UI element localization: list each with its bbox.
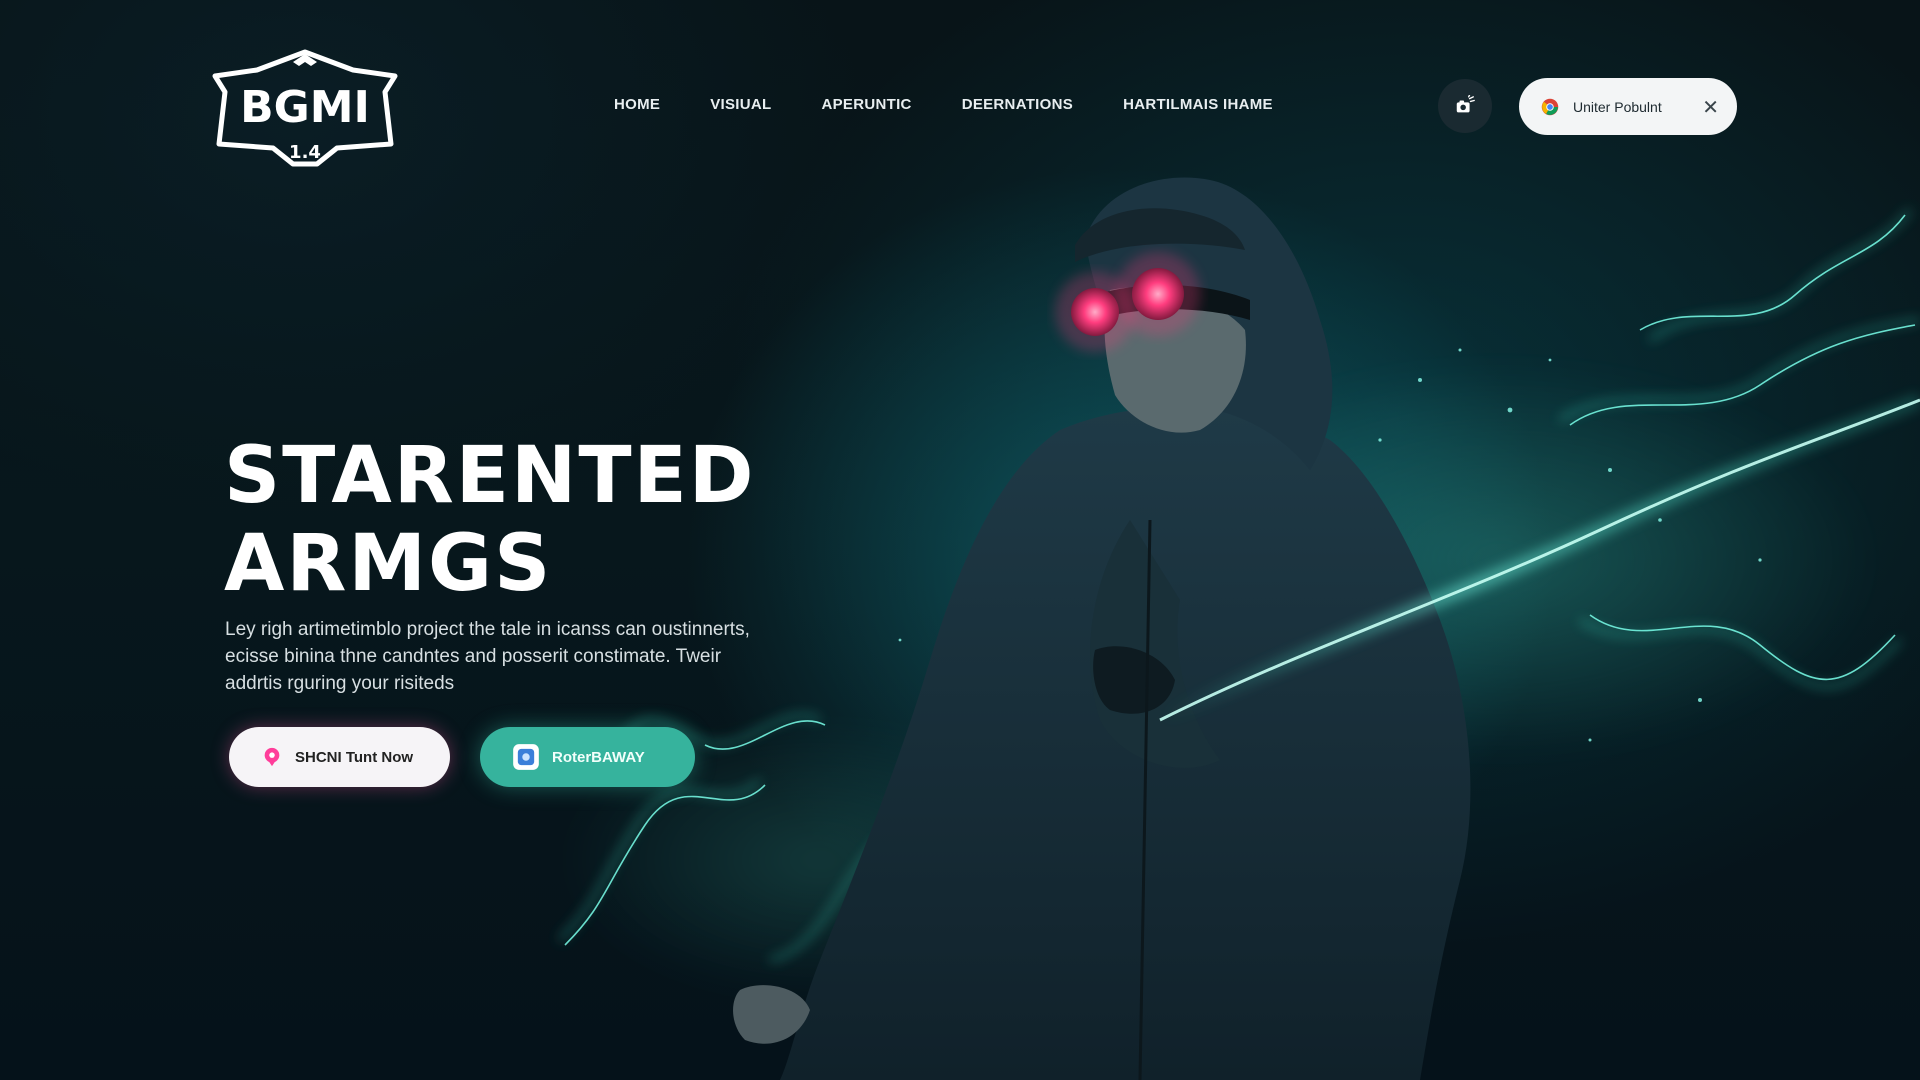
- energy-particles: [898, 348, 1762, 782]
- secondary-cta-button[interactable]: RoterBAWAY: [480, 727, 695, 787]
- logo-subtext: 1.4: [289, 142, 321, 163]
- hero-description-line: Ley righ artimetimblo project the tale i…: [225, 619, 750, 640]
- hero-title-line-1: STARENTED: [224, 431, 756, 521]
- pill-label: Uniter Pobulnt: [1573, 98, 1662, 115]
- camera-button[interactable]: [1438, 79, 1492, 133]
- nav-item-home[interactable]: HOME: [614, 96, 660, 113]
- hero-description: Ley righ artimetimblo project the tale i…: [225, 616, 825, 697]
- energy-beam: [1156, 393, 1920, 727]
- landing-page: BGMI 1.4 HOME VISIUAL APERUNTIC DEERNATI…: [0, 0, 1920, 1080]
- hooded-character: [733, 177, 1471, 1080]
- logo-text: BGMI: [240, 82, 370, 133]
- hero-title: STARENTED ARMGS: [224, 432, 756, 608]
- hero-description-line: addrtis rguring your risiteds: [225, 673, 455, 694]
- bgmi-logo[interactable]: BGMI 1.4: [205, 48, 405, 168]
- energy-glow: [1120, 360, 1880, 760]
- goggle-right: [1132, 268, 1184, 320]
- close-icon[interactable]: ✕: [1702, 97, 1719, 117]
- chrome-icon: [1541, 98, 1559, 115]
- hero-description-line: ecisse binina thne candntes and posserit…: [225, 646, 722, 667]
- hero-title-line-2: ARMGS: [224, 519, 553, 609]
- energy-wisps: [558, 209, 1920, 962]
- nav-item-visiual[interactable]: VISIUAL: [710, 96, 771, 113]
- primary-cta-label: SHCNI Tunt Now: [295, 748, 414, 766]
- app-icon: [513, 744, 539, 770]
- goggle-left: [1071, 288, 1119, 336]
- secondary-cta-label: RoterBAWAY: [552, 748, 645, 766]
- main-nav: HOME VISIUAL APERUNTIC DEERNATIONS HARTI…: [614, 96, 1273, 113]
- primary-cta-button[interactable]: SHCNI Tunt Now: [229, 727, 450, 787]
- location-pin-icon: [264, 747, 280, 767]
- account-pill[interactable]: Uniter Pobulnt ✕: [1519, 78, 1737, 135]
- nav-item-aperuntic[interactable]: APERUNTIC: [821, 96, 911, 113]
- camera-icon: [1456, 95, 1475, 113]
- nav-item-deernations[interactable]: DEERNATIONS: [962, 96, 1073, 113]
- nav-item-hartilmais-ihame[interactable]: HARTILMAIS IHAME: [1123, 96, 1273, 113]
